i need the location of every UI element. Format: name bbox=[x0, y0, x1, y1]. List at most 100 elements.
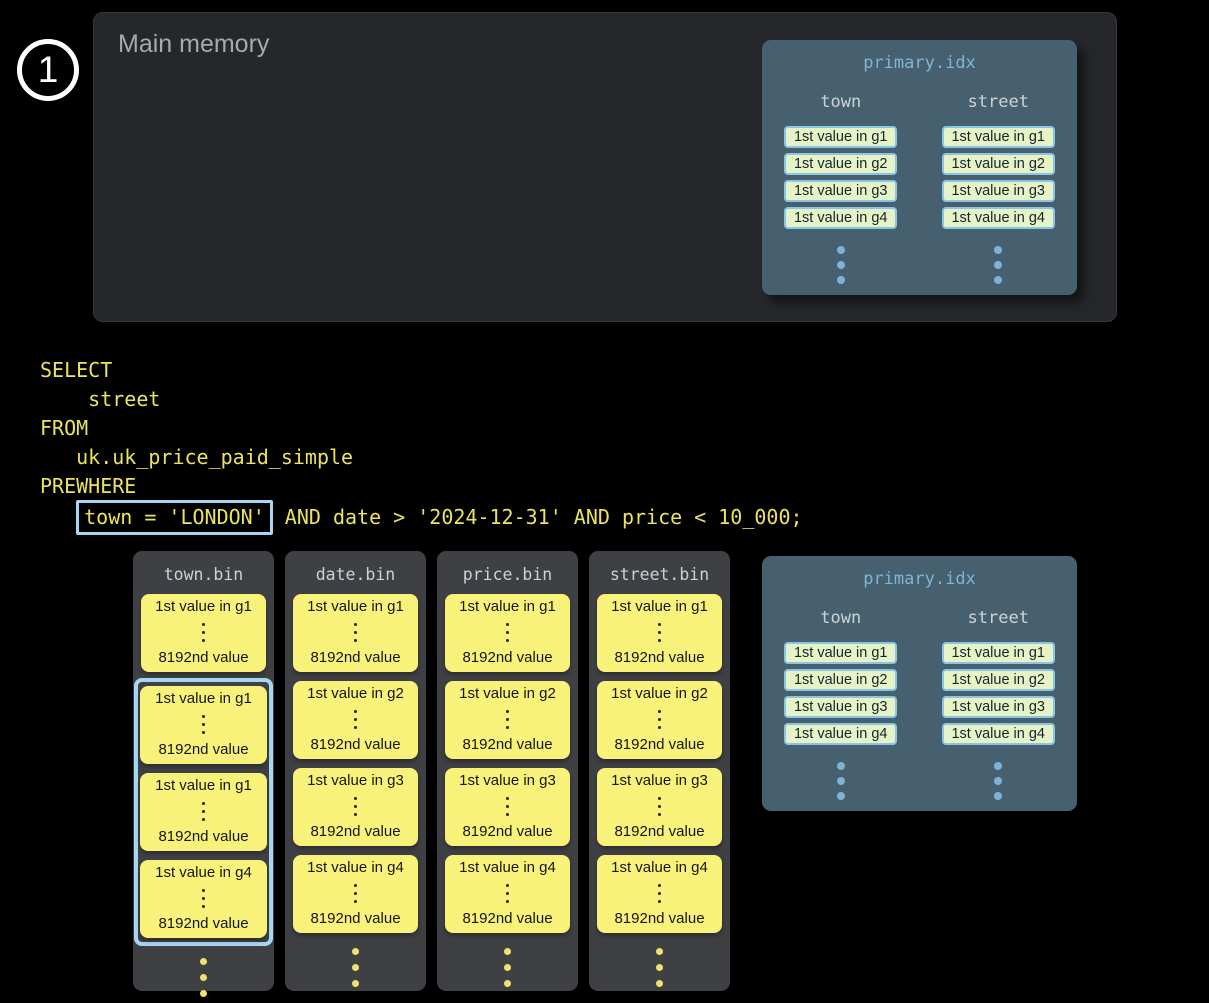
ellipsis-dot bbox=[202, 802, 205, 805]
ellipsis-dot bbox=[837, 261, 845, 269]
ellipsis-dot bbox=[354, 631, 357, 634]
granule-ellipsis-dots bbox=[354, 797, 357, 816]
step-1-badge: 1 bbox=[17, 39, 79, 101]
ellipsis-dot bbox=[994, 777, 1002, 785]
index-mark-chip: 1st value in g2 bbox=[942, 153, 1055, 175]
ellipsis-dot bbox=[354, 813, 357, 816]
ellipsis-dot bbox=[504, 948, 511, 955]
ellipsis-dot bbox=[506, 718, 509, 721]
index-column-header: street bbox=[968, 92, 1029, 112]
granule-ellipsis-dots bbox=[506, 884, 509, 903]
index-mark-chip: 1st value in g4 bbox=[784, 207, 897, 229]
bin-ellipsis-dots bbox=[293, 948, 418, 987]
granule-block: 1st value in g48192nd value bbox=[597, 855, 722, 933]
ellipsis-dot bbox=[658, 726, 661, 729]
ellipsis-dot bbox=[658, 797, 661, 800]
granule-block: 1st value in g28192nd value bbox=[293, 681, 418, 759]
granule-last-value: 8192nd value bbox=[158, 649, 248, 666]
granule-ellipsis-dots bbox=[202, 889, 205, 908]
ellipsis-dot bbox=[202, 810, 205, 813]
granule-first-value: 1st value in g2 bbox=[611, 685, 708, 702]
prewhere-diagram: 1 Main memory primary.idxtown1st value i… bbox=[0, 0, 1209, 1003]
ellipsis-dot bbox=[994, 261, 1002, 269]
ellipsis-dot bbox=[354, 892, 357, 895]
ellipsis-dot bbox=[658, 884, 661, 887]
index-mark-chip: 1st value in g2 bbox=[784, 153, 897, 175]
ellipsis-dot bbox=[200, 990, 207, 997]
ellipsis-dot bbox=[837, 762, 845, 770]
granule-last-value: 8192nd value bbox=[310, 910, 400, 927]
ellipsis-dot bbox=[352, 980, 359, 987]
index-mark-chip: 1st value in g3 bbox=[784, 696, 897, 718]
ellipsis-dot bbox=[202, 818, 205, 821]
primary-idx-title: primary.idx bbox=[762, 53, 1077, 73]
ellipsis-dot bbox=[506, 710, 509, 713]
step-number: 1 bbox=[38, 49, 59, 91]
ellipsis-dot bbox=[202, 631, 205, 634]
ellipsis-dot bbox=[354, 805, 357, 808]
index-ellipsis-dots bbox=[837, 762, 845, 800]
granule-first-value: 1st value in g2 bbox=[459, 685, 556, 702]
granule-last-value: 8192nd value bbox=[614, 910, 704, 927]
granule-ellipsis-dots bbox=[506, 623, 509, 642]
ellipsis-dot bbox=[354, 726, 357, 729]
index-mark-chip: 1st value in g4 bbox=[942, 723, 1055, 745]
granule-last-value: 8192nd value bbox=[158, 915, 248, 932]
granule-last-value: 8192nd value bbox=[310, 736, 400, 753]
index-mark-chip: 1st value in g1 bbox=[784, 642, 897, 664]
bin-files-row: town.bin1st value in g18192nd value1st v… bbox=[133, 551, 730, 991]
ellipsis-dot bbox=[354, 623, 357, 626]
index-ellipsis-dots bbox=[837, 246, 845, 284]
bin-ellipsis-dots bbox=[597, 948, 722, 987]
granule-block: 1st value in g48192nd value bbox=[293, 855, 418, 933]
index-mark-chip: 1st value in g3 bbox=[942, 180, 1055, 202]
ellipsis-dot bbox=[656, 980, 663, 987]
ellipsis-dot bbox=[994, 792, 1002, 800]
ellipsis-dot bbox=[202, 889, 205, 892]
granule-block: 1st value in g28192nd value bbox=[445, 681, 570, 759]
ellipsis-dot bbox=[504, 980, 511, 987]
index-column-street: street1st value in g11st value in g21st … bbox=[920, 608, 1078, 800]
granule-first-value: 1st value in g1 bbox=[155, 598, 252, 615]
granule-block: 1st value in g38192nd value bbox=[445, 768, 570, 846]
granule-block: 1st value in g48192nd value bbox=[445, 855, 570, 933]
ellipsis-dot bbox=[837, 792, 845, 800]
ellipsis-dot bbox=[354, 884, 357, 887]
index-mark-chip: 1st value in g2 bbox=[784, 669, 897, 691]
index-mark-chip: 1st value in g1 bbox=[942, 642, 1055, 664]
granule-ellipsis-dots bbox=[354, 623, 357, 642]
ellipsis-dot bbox=[658, 631, 661, 634]
granule-ellipsis-dots bbox=[202, 623, 205, 642]
index-column-street: street1st value in g11st value in g21st … bbox=[920, 92, 1078, 284]
sql-line: SELECT bbox=[40, 356, 803, 385]
granule-ellipsis-dots bbox=[202, 715, 205, 734]
granule-first-value: 1st value in g1 bbox=[155, 690, 252, 707]
granule-first-value: 1st value in g4 bbox=[155, 864, 252, 881]
granule-last-value: 8192nd value bbox=[614, 823, 704, 840]
ellipsis-dot bbox=[506, 900, 509, 903]
selected-granules-box: 1st value in g18192nd value1st value in … bbox=[134, 678, 273, 946]
ellipsis-dot bbox=[506, 813, 509, 816]
granule-block: 1st value in g38192nd value bbox=[597, 768, 722, 846]
granule-block: 1st value in g4 8192nd value bbox=[140, 860, 267, 938]
sql-query: SELECT streetFROM uk.uk_price_paid_simpl… bbox=[40, 356, 803, 532]
sql-line: street bbox=[40, 385, 803, 414]
ellipsis-dot bbox=[202, 715, 205, 718]
ellipsis-dot bbox=[837, 246, 845, 254]
granule-block: 1st value in g18192nd value bbox=[140, 773, 267, 851]
index-columns: town1st value in g11st value in g21st va… bbox=[762, 92, 1077, 284]
sql-line: uk.uk_price_paid_simple bbox=[40, 443, 803, 472]
granule-last-value: 8192nd value bbox=[462, 910, 552, 927]
ellipsis-dot bbox=[506, 726, 509, 729]
granule-block: 1st value in g28192nd value bbox=[597, 681, 722, 759]
index-column-header: town bbox=[820, 608, 861, 628]
ellipsis-dot bbox=[837, 276, 845, 284]
bin-file-title: town.bin bbox=[133, 565, 274, 584]
granule-ellipsis-dots bbox=[658, 710, 661, 729]
ellipsis-dot bbox=[202, 723, 205, 726]
granule-first-value: 1st value in g1 bbox=[611, 598, 708, 615]
granule-ellipsis-dots bbox=[354, 884, 357, 903]
index-mark-chip: 1st value in g2 bbox=[942, 669, 1055, 691]
granule-ellipsis-dots bbox=[506, 797, 509, 816]
bin-ellipsis-dots bbox=[141, 958, 266, 997]
